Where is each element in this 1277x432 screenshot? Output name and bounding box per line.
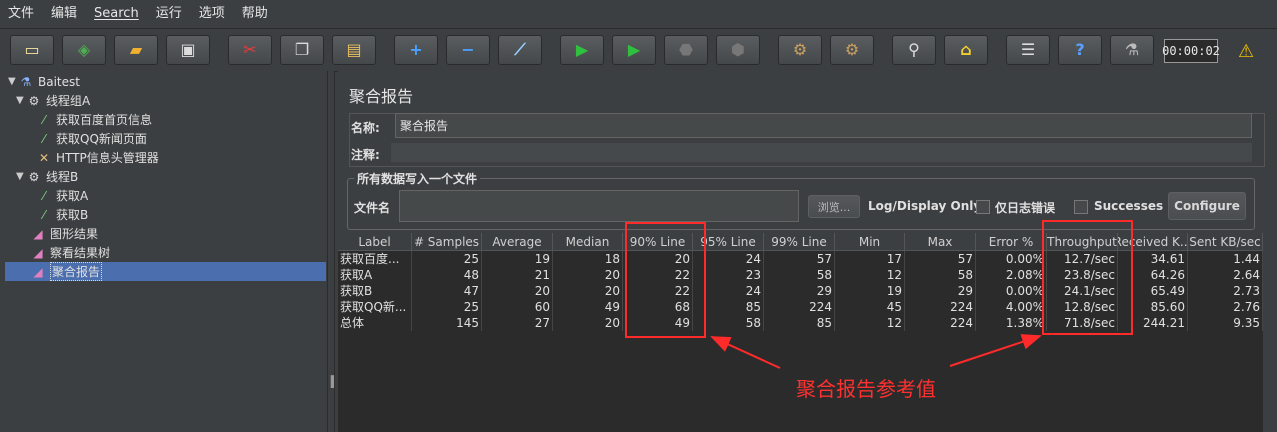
arrow-to-90-line — [710, 336, 781, 369]
annotation-arrows — [710, 334, 1042, 369]
arrow-to-throughput — [949, 334, 1042, 367]
annotation-text: 聚合报告参考值 — [796, 377, 936, 401]
